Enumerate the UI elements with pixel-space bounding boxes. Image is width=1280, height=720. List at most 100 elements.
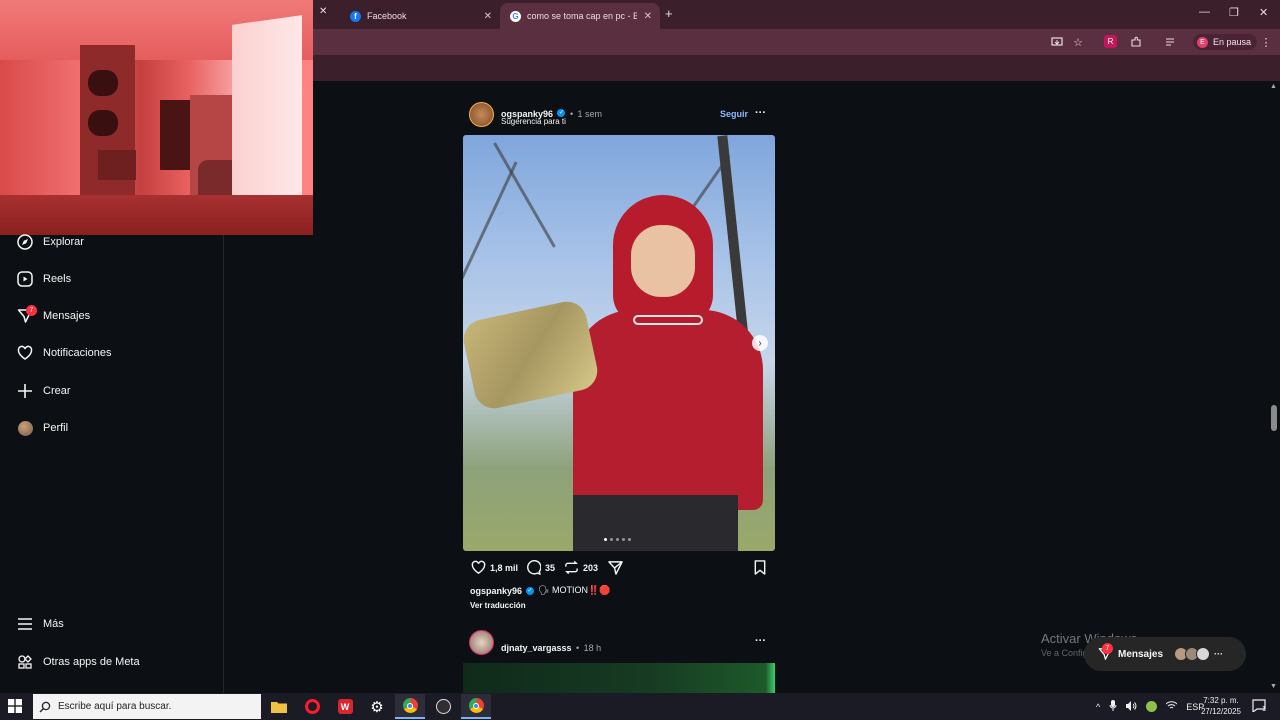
tab-google-search[interactable]: G como se toma cap en pc - Busc ✕ [500,3,660,29]
file-explorer-icon[interactable] [264,694,294,719]
image-tree-branch [463,161,518,299]
sidebar-item-explorar[interactable]: Explorar [16,230,84,254]
close-tab-icon[interactable]: ✕ [484,11,492,22]
install-app-icon[interactable] [1050,35,1064,49]
post-avatar[interactable] [469,102,494,127]
close-tab-icon[interactable]: ✕ [319,6,327,17]
more-icon: ··· [1214,649,1224,659]
sidebar-item-label: Más [43,618,64,630]
image-tree-branch [493,142,556,248]
follow-button[interactable]: Seguir [720,109,748,119]
windows-start-icon[interactable] [8,699,22,718]
wps-office-icon[interactable]: W [330,694,360,719]
facebook-icon: f [350,10,361,22]
taskbar-clock[interactable]: 7:32 p. m. 27/12/2025 [1198,695,1244,717]
clock-date: 27/12/2025 [1200,707,1242,716]
sidebar-item-crear[interactable]: Crear [16,379,71,403]
post-separator: • [569,109,574,119]
scroll-down-icon[interactable]: ▼ [1270,683,1277,690]
media-controls-icon[interactable] [1164,35,1178,49]
sidebar-item-label: Perfil [43,422,69,434]
caption-username[interactable]: ogspanky96 [470,586,522,596]
page-scrollbar[interactable] [1268,81,1280,693]
tray-app-icon[interactable] [1146,701,1158,712]
restore-icon[interactable]: ❐ [1229,6,1239,19]
post-image[interactable] [463,135,775,551]
post-caption: ogspanky96 ✓ 🗣 MOTION‼️🛑 [470,585,610,596]
close-tab-icon[interactable]: ✕ [644,11,652,22]
meta-apps-icon [16,653,34,671]
obs-icon[interactable] [428,694,458,719]
minimize-icon[interactable]: — [1199,6,1210,18]
carousel-dot [616,538,619,541]
likes-count: 1,8 mil [490,562,519,573]
sidebar-item-label: Notificaciones [43,347,112,359]
more-options-icon[interactable]: ··· [755,635,766,647]
verified-icon: ✓ [526,586,535,595]
close-window-icon[interactable]: ✕ [1259,6,1268,19]
wifi-icon[interactable] [1165,701,1178,712]
webcam-helmet [88,110,118,136]
next-post-username[interactable]: djnaty_vargasss [501,643,572,653]
bookmark-star-icon[interactable]: ☆ [1071,35,1085,49]
profile-status: En pausa [1213,37,1252,47]
notification-count: 1 [1262,706,1266,713]
chrome-icon[interactable] [395,694,425,719]
next-post-avatar[interactable] [469,630,494,655]
carousel-dot [604,538,607,541]
avatar [1196,647,1211,661]
extensions-puzzle-icon[interactable] [1129,35,1143,49]
send-icon [608,561,623,575]
taskbar-search-box[interactable]: Escribe aquí para buscar. [33,694,261,719]
sidebar-item-perfil[interactable]: Perfil [16,416,68,440]
plus-icon [16,382,34,400]
carousel-dot [610,538,613,541]
webcam-cabinet [98,150,136,180]
new-tab-button[interactable]: + [665,6,673,21]
scrollbar-thumb[interactable] [1271,405,1277,431]
save-button[interactable] [753,560,771,575]
see-translation-link[interactable]: Ver traducción [470,601,526,610]
scroll-up-icon[interactable]: ▲ [1270,83,1277,90]
avatar [16,419,34,437]
sidebar-item-label: Crear [43,385,71,397]
webcam-kitchen [160,100,190,170]
next-post-separator: • [576,643,580,653]
caption-text: 🗣 MOTION‼️🛑 [538,585,611,595]
carousel-dot [622,538,625,541]
post-time[interactable]: 1 sem [578,109,603,119]
opera-icon[interactable] [297,694,327,719]
sidebar-item-notificaciones[interactable]: Notificaciones [16,341,111,365]
browser-menu-icon[interactable]: ⋮ [1259,35,1273,49]
tab-facebook[interactable]: f Facebook ✕ [340,3,500,29]
comment-button[interactable]: 35 [526,560,555,575]
search-placeholder: Escribe aquí para buscar. [58,701,172,712]
like-button[interactable]: 1,8 mil [471,560,518,575]
heart-icon [471,560,486,574]
messages-pill-badge: 7 [1102,643,1113,654]
more-options-icon[interactable]: ··· [755,107,766,119]
speaker-icon[interactable] [1126,700,1137,713]
chevron-up-icon[interactable]: ^ [1096,702,1100,712]
verified-icon: ✓ [557,108,566,117]
share-button[interactable] [608,560,627,575]
chrome-icon[interactable] [461,694,491,719]
extension-icon[interactable]: R [1104,35,1117,48]
repost-button[interactable]: 203 [564,560,598,575]
settings-gear-icon[interactable]: ⚙ [362,694,392,719]
next-post-time[interactable]: 18 h [584,643,602,653]
post-subtitle: Sugerencia para ti [501,117,566,126]
microphone-icon[interactable] [1109,700,1117,713]
sidebar-item-otras-apps[interactable]: Otras apps de Meta [16,650,140,674]
sidebar-item-reels[interactable]: Reels [16,267,71,291]
system-tray: ^ ESP [1096,694,1204,719]
next-post-image[interactable] [463,663,775,693]
carousel-next-button[interactable]: › [752,335,768,351]
sidebar-item-label: Otras apps de Meta [43,656,140,668]
webcam-overlay [0,0,313,235]
profile-button[interactable]: E En pausa [1193,34,1258,50]
sidebar-item-mas[interactable]: Más [16,612,64,636]
clock-time: 7:32 p. m. [1203,696,1239,705]
image-subject-pants [573,495,738,551]
webcam-helmet [88,70,118,96]
